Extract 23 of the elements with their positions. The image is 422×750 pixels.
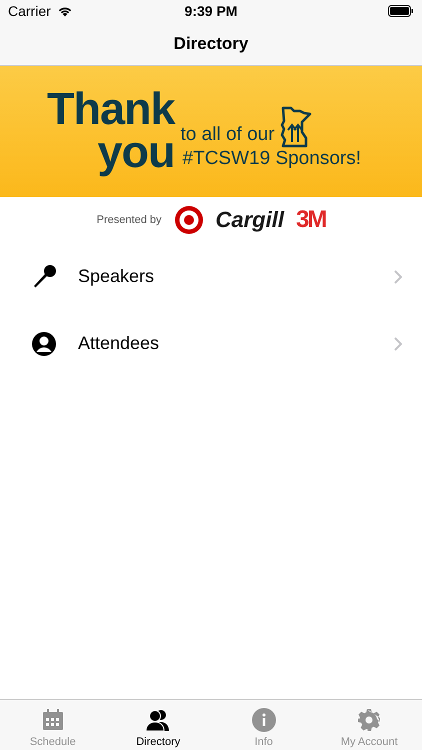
directory-row[interactable]: Speakers	[0, 243, 422, 310]
chevron-icon	[394, 336, 402, 350]
info-icon	[252, 708, 276, 732]
time-label: 9:39 PM	[184, 3, 238, 19]
presented-by-label: Presented by	[96, 214, 162, 226]
banner-headline: Thank	[47, 88, 175, 131]
screen-title: Directory	[174, 34, 248, 54]
people-icon	[145, 708, 172, 732]
sponsor-logo: Cargill	[216, 207, 284, 233]
sponsor-logo: 3M	[296, 206, 326, 234]
microphone-icon	[31, 264, 57, 290]
wifi-icon	[56, 5, 73, 17]
bullseye-logo-icon	[174, 205, 204, 235]
directory-row[interactable]: Attendees	[0, 310, 422, 377]
calendar-icon	[40, 708, 65, 732]
carrier-label: Carrier	[8, 3, 51, 19]
person-icon	[31, 330, 57, 356]
battery-icon	[388, 5, 414, 17]
chevron-icon	[394, 270, 402, 284]
tab-bar-item[interactable]: Directory	[106, 700, 211, 750]
banner-text: #TCSW19 Sponsors!	[182, 148, 361, 170]
banner-text: to all of our	[180, 124, 275, 147]
settings-icon	[357, 708, 382, 732]
